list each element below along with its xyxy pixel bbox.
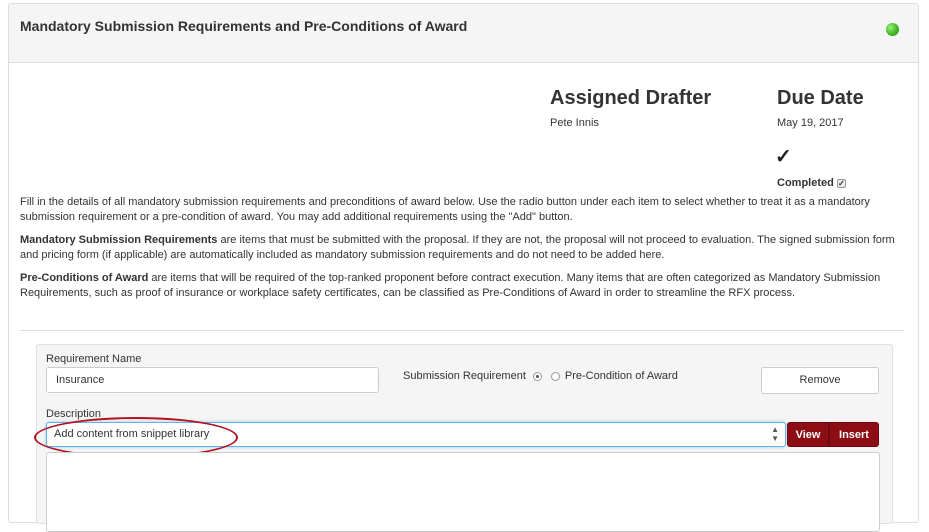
select-arrows-icon: ▲ ▼ xyxy=(771,425,779,443)
requirement-name-label: Requirement Name xyxy=(46,353,142,365)
pca-description: are items that will be required of the t… xyxy=(20,272,881,299)
assigned-drafter-heading: Assigned Drafter xyxy=(550,87,712,109)
requirement-type-radio-group: Submission Requirement Pre-Condition of … xyxy=(403,370,678,382)
status-indicator-icon xyxy=(886,23,899,36)
assigned-drafter-name: Pete Innis xyxy=(550,117,599,129)
pca-paragraph: Pre-Conditions of Award are items that w… xyxy=(20,271,910,301)
due-date-heading: Due Date xyxy=(777,87,864,109)
panel-header: Mandatory Submission Requirements and Pr… xyxy=(9,4,918,63)
view-button[interactable]: View xyxy=(787,422,829,447)
msr-paragraph: Mandatory Submission Requirements are it… xyxy=(20,233,910,263)
checkmark-icon: ✓ xyxy=(775,146,792,168)
completed-field: Completed ✓ xyxy=(777,177,846,189)
panel-title: Mandatory Submission Requirements and Pr… xyxy=(20,18,468,34)
submission-requirement-label: Submission Requirement xyxy=(403,370,526,382)
remove-button[interactable]: Remove xyxy=(761,367,879,394)
description-textarea[interactable] xyxy=(46,452,880,532)
pre-condition-label: Pre-Condition of Award xyxy=(564,370,678,382)
msr-term: Mandatory Submission Requirements xyxy=(20,234,218,246)
due-date-value: May 19, 2017 xyxy=(777,117,844,129)
section-divider xyxy=(20,330,904,331)
pre-condition-radio[interactable] xyxy=(550,371,560,381)
completed-label: Completed xyxy=(777,177,834,189)
completed-checkbox[interactable]: ✓ xyxy=(836,178,846,188)
intro-paragraph: Fill in the details of all mandatory sub… xyxy=(20,196,870,223)
insert-button[interactable]: Insert xyxy=(829,422,879,447)
submission-requirement-radio[interactable] xyxy=(532,371,542,381)
requirement-name-input[interactable]: Insurance xyxy=(46,367,379,393)
pca-term: Pre-Conditions of Award xyxy=(20,272,149,284)
